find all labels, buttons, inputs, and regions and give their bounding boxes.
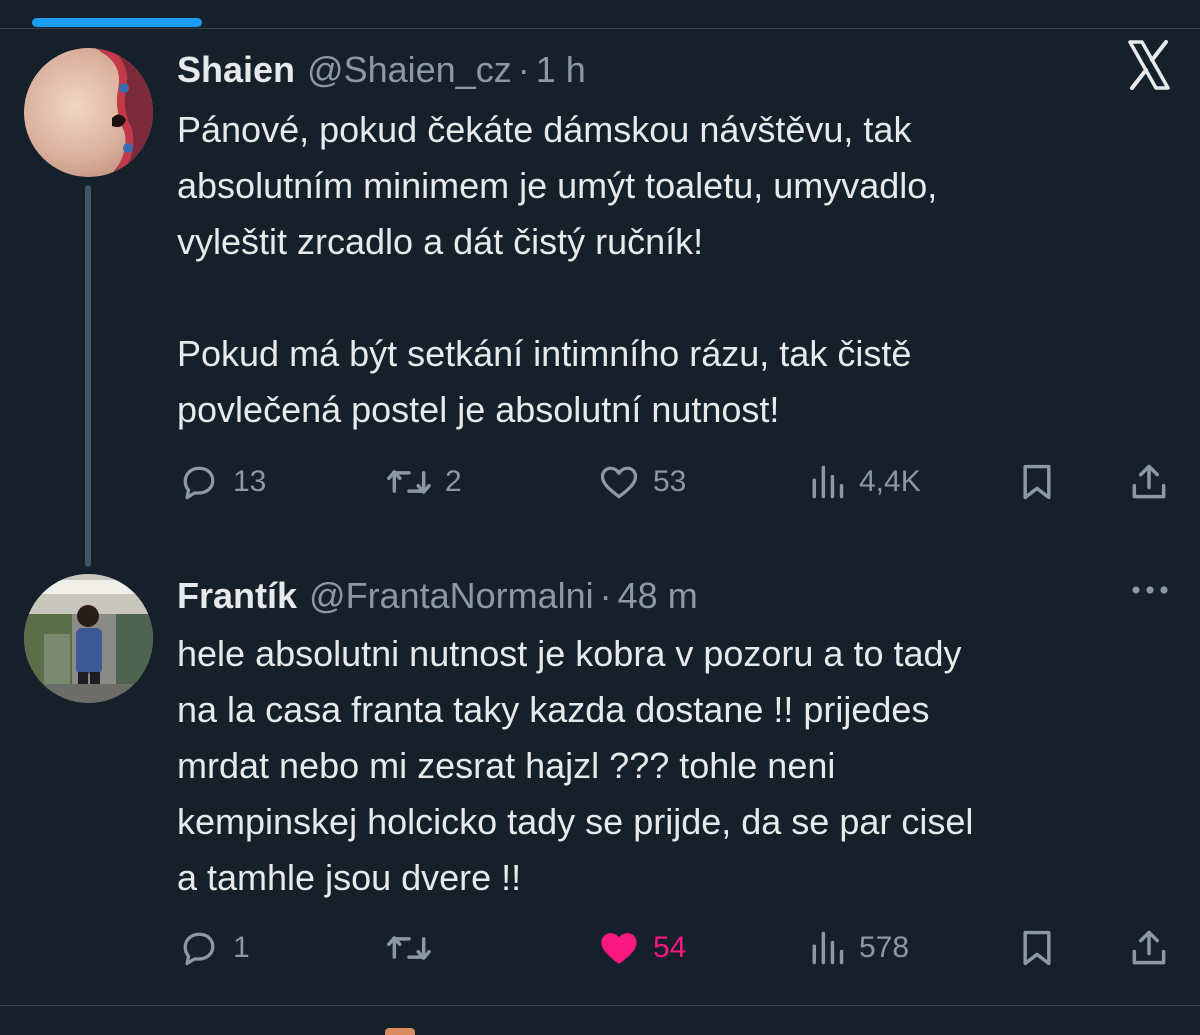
bookmark-icon — [1017, 926, 1057, 970]
views-icon — [807, 926, 847, 970]
reply-button[interactable]: 1 — [177, 923, 250, 973]
tweet[interactable]: Shaien @Shaien_cz · 1 h Pánové, pokud če… — [0, 40, 1200, 540]
share-icon — [1127, 460, 1171, 504]
reply-count: 13 — [233, 465, 267, 498]
tweet-header: Frantík @FrantaNormalni · 48 m — [177, 572, 698, 620]
bookmark-button[interactable] — [1017, 923, 1057, 973]
tweet[interactable]: Frantík @FrantaNormalni · 48 m hele abso… — [0, 566, 1200, 986]
separator-dot: · — [599, 575, 612, 616]
x-logo-icon — [1128, 40, 1170, 90]
timestamp[interactable]: 1 h — [536, 49, 586, 91]
tweet-text: Pánové, pokud čekáte dámskou návštěvu, t… — [177, 109, 938, 430]
share-button[interactable] — [1127, 923, 1171, 973]
reply-count: 1 — [233, 931, 250, 964]
bottom-divider — [0, 1005, 1200, 1006]
like-count: 53 — [653, 465, 687, 498]
user-handle[interactable]: @FrantaNormalni — [309, 575, 594, 617]
repost-icon — [385, 926, 433, 970]
avatar[interactable] — [24, 574, 153, 703]
repost-icon — [385, 460, 433, 504]
reply-button[interactable]: 13 — [177, 457, 266, 507]
tweet-text: hele absolutni nutnost je kobra v pozoru… — [177, 633, 974, 898]
separator-dot: · — [517, 49, 530, 90]
views-button[interactable]: 578 — [807, 923, 909, 973]
share-icon — [1127, 926, 1171, 970]
view-count: 4,4K — [859, 465, 921, 498]
repost-count: 2 — [445, 465, 462, 498]
top-divider — [0, 28, 1200, 29]
timestamp[interactable]: 48 m — [618, 575, 698, 617]
bookmark-icon — [1017, 460, 1057, 504]
display-name[interactable]: Frantík — [177, 575, 297, 617]
avatar[interactable] — [24, 48, 153, 177]
reply-icon — [177, 460, 221, 504]
tweet-actions: 13 2 53 4,4K — [177, 457, 1177, 507]
display-name[interactable]: Shaien — [177, 49, 295, 91]
view-count: 578 — [859, 931, 910, 964]
tweet-header: Shaien @Shaien_cz · 1 h — [177, 46, 586, 94]
more-icon[interactable] — [1128, 580, 1172, 600]
heart-icon — [597, 460, 641, 504]
bookmark-button[interactable] — [1017, 457, 1057, 507]
heart-filled-icon — [597, 926, 641, 970]
share-button[interactable] — [1127, 457, 1171, 507]
user-handle[interactable]: @Shaien_cz — [307, 49, 512, 91]
repost-button[interactable] — [385, 923, 445, 973]
views-icon — [807, 460, 847, 504]
next-item-peek — [385, 1028, 415, 1035]
tweet-actions: 1 54 578 — [177, 923, 1177, 973]
reply-icon — [177, 926, 221, 970]
tab-indicator — [32, 18, 202, 27]
repost-button[interactable]: 2 — [385, 457, 462, 507]
like-button[interactable]: 53 — [597, 457, 686, 507]
views-button[interactable]: 4,4K — [807, 457, 921, 507]
like-button[interactable]: 54 — [597, 923, 686, 973]
like-count: 54 — [653, 931, 687, 964]
